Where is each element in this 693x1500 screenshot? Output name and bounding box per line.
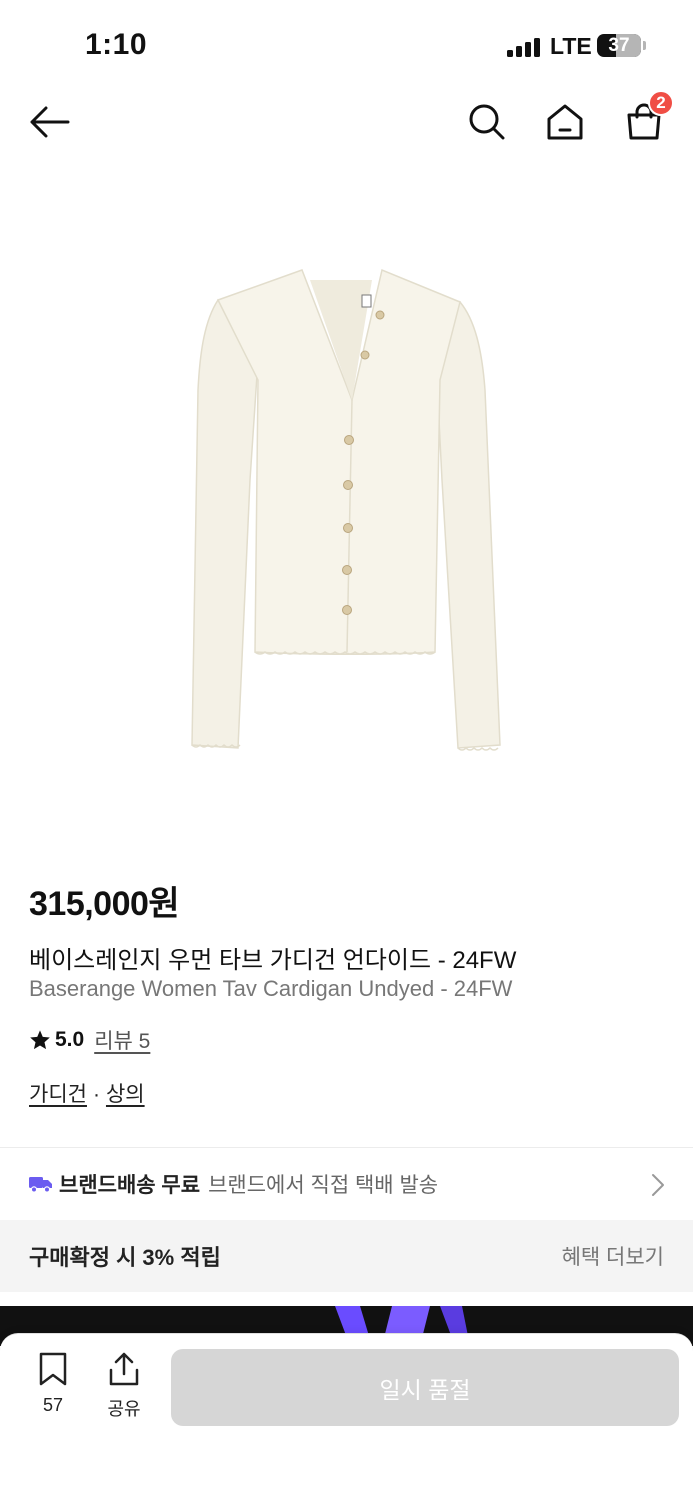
share-icon (109, 1352, 139, 1386)
bookmark-icon (39, 1352, 67, 1386)
category-link-tops[interactable]: 상의 (106, 1083, 145, 1106)
product-price: 315,000원 (29, 885, 180, 923)
battery-icon: 37 (597, 34, 641, 57)
cardigan-image (191, 268, 501, 751)
bottom-action-bar: 57 공유 일시 품절 (0, 1333, 693, 1500)
back-button[interactable] (25, 98, 73, 146)
share-button[interactable]: 공유 (96, 1352, 152, 1421)
truck-icon (29, 1177, 52, 1193)
search-icon (469, 104, 505, 140)
category-breadcrumb: 가디건 · 상의 (29, 1078, 145, 1108)
status-time: 1:10 (85, 28, 148, 61)
star-icon (30, 1030, 50, 1050)
signal-icon (507, 37, 540, 57)
shipping-label: 브랜드배송 무료 (59, 1174, 201, 1197)
product-title-en: Baserange Women Tav Cardigan Undyed - 24… (29, 976, 513, 1001)
benefit-more-link[interactable]: 혜택 더보기 (562, 1241, 664, 1271)
category-link-cardigan[interactable]: 가디건 (29, 1083, 87, 1106)
top-nav: 2 (0, 90, 693, 156)
shipping-info-row[interactable]: 브랜드배송 무료 브랜드에서 직접 택배 발송 (0, 1149, 693, 1219)
sold-out-button[interactable]: 일시 품절 (171, 1349, 679, 1426)
arrow-left-icon (30, 106, 70, 138)
review-link[interactable]: 리뷰 5 (94, 1025, 150, 1055)
divider (0, 1147, 693, 1148)
rating-score: 5.0 (55, 1028, 85, 1051)
category-separator: · (92, 1083, 100, 1106)
benefit-row: 구매확정 시 3% 적립 혜택 더보기 (0, 1220, 693, 1292)
network-label: LTE (550, 33, 592, 59)
benefit-title: 구매확정 시 3% 적립 (29, 1245, 221, 1270)
bookmark-count: 57 (42, 1395, 64, 1415)
shipping-detail: 브랜드에서 직접 택배 발송 (208, 1174, 439, 1197)
search-button[interactable] (463, 98, 511, 146)
battery-level: 37 (608, 34, 630, 56)
chevron-right-icon (652, 1174, 664, 1196)
product-title-ko: 베이스레인지 우먼 타브 가디건 언다이드 - 24FW (29, 947, 517, 974)
status-bar: 1:10 LTE 37 (0, 0, 693, 90)
cart-count-badge: 2 (648, 90, 674, 116)
share-label: 공유 (107, 1399, 141, 1419)
cart-button[interactable]: 2 (620, 90, 674, 146)
bookmark-button[interactable]: 57 (25, 1352, 81, 1416)
rating-row: 5.0 리뷰 5 (29, 1025, 150, 1055)
home-button[interactable] (541, 98, 589, 146)
product-image[interactable] (160, 240, 540, 780)
home-icon (547, 104, 583, 140)
